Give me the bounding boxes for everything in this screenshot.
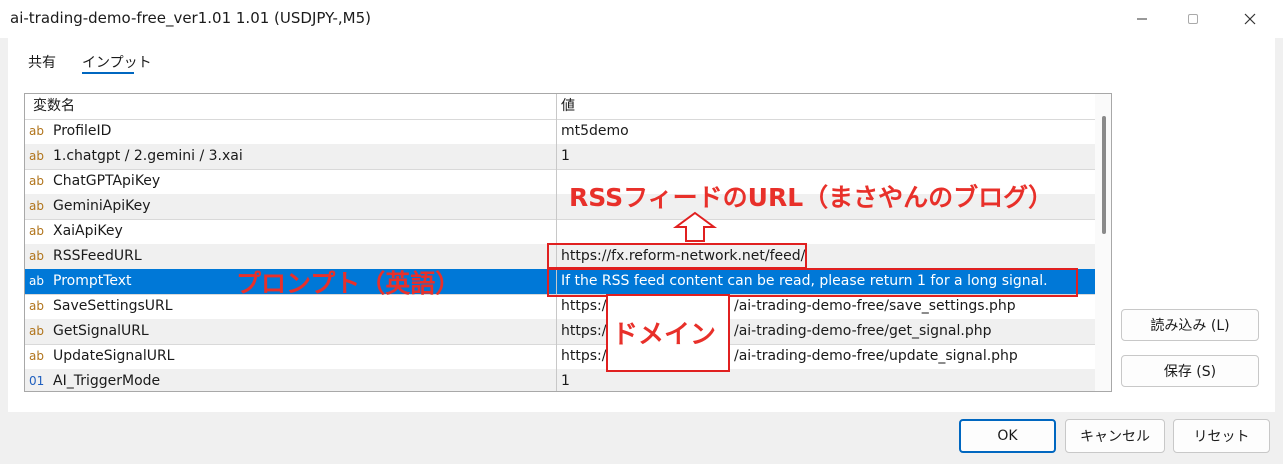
- row-value[interactable]: mt5demo: [561, 119, 1091, 144]
- minimize-button[interactable]: [1114, 0, 1170, 38]
- reset-button[interactable]: リセット: [1173, 419, 1270, 453]
- load-button[interactable]: 読み込み (L): [1121, 309, 1259, 341]
- string-type-icon: ab: [29, 149, 44, 163]
- ok-button[interactable]: OK: [959, 419, 1056, 453]
- active-tab-indicator: [82, 72, 134, 74]
- scrollbar-thumb[interactable]: [1102, 116, 1106, 234]
- string-type-icon: ab: [29, 299, 44, 313]
- row-value[interactable]: [561, 219, 1091, 244]
- title-bar: ai-trading-demo-free_ver1.01 1.01 (USDJP…: [0, 0, 1283, 38]
- row-name: ProfileID: [53, 123, 112, 139]
- row-name: ChatGPTApiKey: [53, 173, 161, 189]
- table-row[interactable]: ab UpdateSignalURL https:// /ai-trading-…: [25, 344, 1095, 370]
- table-row[interactable]: ab SaveSettingsURL https:// /ai-trading-…: [25, 294, 1095, 320]
- row-value[interactable]: 1: [561, 369, 1091, 391]
- vertical-scrollbar[interactable]: [1095, 94, 1111, 391]
- header-variable-name: 変数名: [33, 98, 75, 114]
- row-value-path: /ai-trading-demo-free/get_signal.php: [734, 323, 992, 339]
- table-row[interactable]: ab GetSignalURL https:// /ai-trading-dem…: [25, 319, 1095, 345]
- string-type-icon: ab: [29, 174, 44, 188]
- up-arrow-icon: [672, 211, 718, 242]
- table-row[interactable]: ab XaiApiKey: [25, 219, 1095, 245]
- rss-url-annotation: RSSフィードのURL（まさやんのブログ）: [569, 183, 1054, 212]
- row-value-path: /ai-trading-demo-free/update_signal.php: [734, 348, 1018, 364]
- string-type-icon: ab: [29, 224, 44, 238]
- prompt-text-highlight: [547, 268, 1078, 297]
- string-type-icon: ab: [29, 124, 44, 138]
- table-row[interactable]: ab 1.chatgpt / 2.gemini / 3.xai 1: [25, 144, 1095, 170]
- table-row[interactable]: ab ProfileID mt5demo: [25, 119, 1095, 145]
- row-value[interactable]: 1: [561, 144, 1091, 169]
- row-name: AI_TriggerMode: [53, 373, 161, 389]
- close-button[interactable]: [1222, 0, 1278, 38]
- rss-url-highlight: [547, 243, 807, 269]
- table-header: 変数名 値: [25, 94, 1095, 120]
- row-value-path: /ai-trading-demo-free/save_settings.php: [734, 298, 1016, 314]
- window-title: ai-trading-demo-free_ver1.01 1.01 (USDJP…: [10, 9, 371, 27]
- row-name: GeminiApiKey: [53, 198, 151, 214]
- maximize-button[interactable]: [1165, 0, 1221, 38]
- minimize-icon: [1137, 18, 1147, 20]
- domain-annotation: ドメイン: [612, 320, 717, 350]
- string-type-icon: ab: [29, 324, 44, 338]
- string-type-icon: ab: [29, 274, 44, 288]
- string-type-icon: ab: [29, 199, 44, 213]
- row-name: GetSignalURL: [53, 323, 149, 339]
- save-button[interactable]: 保存 (S): [1121, 355, 1259, 387]
- string-type-icon: ab: [29, 249, 44, 263]
- domain-highlight: ドメイン: [606, 294, 730, 372]
- cancel-button[interactable]: キャンセル: [1065, 419, 1165, 453]
- tab-shared[interactable]: 共有: [28, 52, 56, 72]
- close-icon: [1244, 13, 1256, 25]
- row-name: 1.chatgpt / 2.gemini / 3.xai: [53, 148, 243, 164]
- row-name: XaiApiKey: [53, 223, 123, 239]
- maximize-icon: [1188, 14, 1198, 24]
- header-value: 値: [561, 98, 575, 114]
- integer-type-icon: 01: [29, 374, 45, 388]
- string-type-icon: ab: [29, 349, 44, 363]
- table-row[interactable]: 01 AI_TriggerMode 1: [25, 369, 1095, 391]
- prompt-annotation: プロンプト（英語）: [236, 269, 461, 298]
- tab-inputs[interactable]: インプット: [82, 52, 152, 72]
- row-name: UpdateSignalURL: [53, 348, 175, 364]
